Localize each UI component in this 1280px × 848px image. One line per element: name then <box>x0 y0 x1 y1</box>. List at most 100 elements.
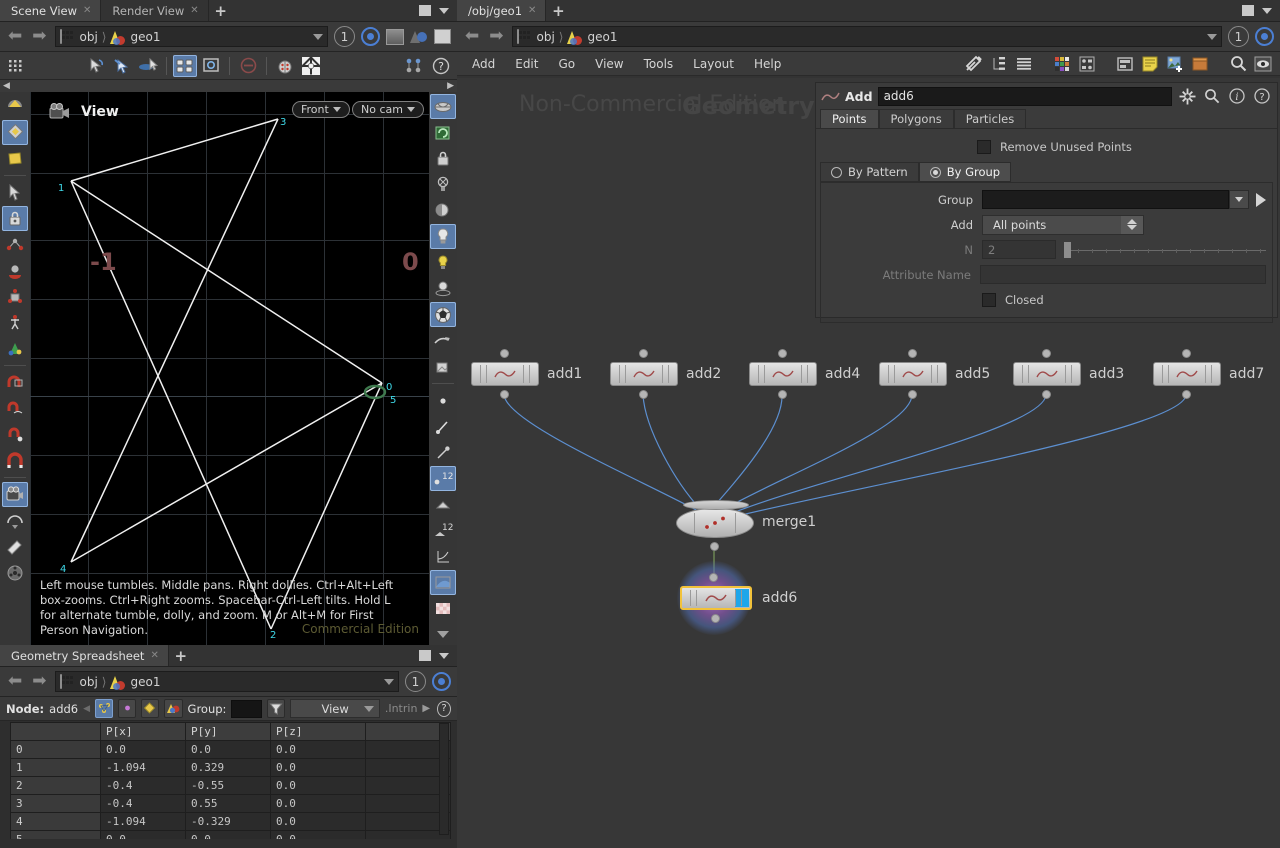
mode-by-group[interactable]: By Group <box>918 162 1012 182</box>
magnet-snap-icon[interactable] <box>2 370 28 395</box>
prim-numbers-icon[interactable]: 12 <box>430 518 456 543</box>
menu-tools[interactable]: Tools <box>635 52 683 76</box>
prim-display-icon[interactable] <box>430 492 456 517</box>
node-add1[interactable]: add1 <box>471 349 582 399</box>
menu-edit[interactable]: Edit <box>506 52 547 76</box>
material-sphere-icon[interactable] <box>2 94 28 119</box>
viewport-snapshot-icon[interactable] <box>434 29 451 44</box>
add-image-icon[interactable] <box>1164 54 1186 74</box>
display-wireframe-icon[interactable] <box>430 94 456 119</box>
back-arrow-icon[interactable]: ⬅ <box>6 28 24 45</box>
forward-arrow-icon[interactable]: ➡ <box>30 28 48 45</box>
table-row[interactable]: 5 0.0 0.0 0.0 <box>10 830 451 839</box>
table-row[interactable]: 4 -1.094 -0.329 0.0 <box>10 812 451 831</box>
snap-grid-icon[interactable] <box>2 284 28 309</box>
lock-icon[interactable] <box>2 206 28 231</box>
ladybug-icon[interactable] <box>273 55 297 77</box>
pointer-select-icon[interactable] <box>2 180 28 205</box>
magnet-curve-icon[interactable] <box>2 396 28 421</box>
display-flags-eye-icon[interactable] <box>1252 54 1274 74</box>
node-add5[interactable]: add5 <box>879 349 990 399</box>
path-chevron-down-icon[interactable] <box>313 33 323 40</box>
network-box-icon[interactable] <box>1114 54 1136 74</box>
gs-index-badge[interactable]: 1 <box>405 671 426 692</box>
gs-help-icon[interactable]: ? <box>437 700 451 717</box>
view-tool-icon[interactable] <box>136 55 160 77</box>
gs-vertical-scrollbar[interactable] <box>439 723 449 835</box>
tab-network-close-icon[interactable]: ✕ <box>528 5 536 16</box>
group-pick-arrow-icon[interactable] <box>1256 192 1266 207</box>
lock-view-icon[interactable] <box>430 146 456 171</box>
node-merge1-body[interactable] <box>676 500 754 538</box>
tab-scene-view[interactable]: Scene View ✕ <box>0 0 102 21</box>
show-all-objects-icon[interactable] <box>173 54 197 77</box>
snap-multi-icon[interactable] <box>2 258 28 283</box>
paint-icon[interactable] <box>2 534 28 559</box>
tab-scene-view-close-icon[interactable]: ✕ <box>83 5 91 16</box>
node-add4-output-port[interactable] <box>778 390 787 399</box>
sticky-note-icon[interactable] <box>1139 54 1161 74</box>
pin-target-icon[interactable] <box>361 27 380 46</box>
viewport-canvas[interactable]: -1 0 0 1 2 3 4 5 View Front No cam Left … <box>30 92 429 652</box>
network-path-chevron-down-icon[interactable] <box>1207 33 1217 40</box>
gs-filter-icon[interactable] <box>267 699 286 718</box>
magnet-point-icon[interactable] <box>2 422 28 447</box>
camera-icon[interactable] <box>2 482 28 507</box>
table-row[interactable]: 3 -0.4 0.55 0.0 <box>10 794 451 813</box>
node-add6[interactable]: add6 <box>677 561 797 635</box>
node-add5-input-port[interactable] <box>908 349 917 358</box>
gs-points-view-icon[interactable] <box>95 699 114 718</box>
soccer-shading-icon[interactable] <box>430 302 456 327</box>
table-row[interactable]: 1 -1.094 0.329 0.0 <box>10 758 451 777</box>
vector-display-icon[interactable] <box>430 440 456 465</box>
gs-table-container[interactable]: P[x] P[y] P[z] 0 0.0 0.0 0.0 1 -1.094 0.… <box>0 721 457 839</box>
list-view-icon[interactable] <box>1013 54 1035 74</box>
node-add2-input-port[interactable] <box>639 349 648 358</box>
magnet-icon[interactable] <box>2 448 28 473</box>
scene-view-path-field[interactable]: obj ⟩ geo1 <box>54 26 328 47</box>
menu-view[interactable]: View <box>586 52 632 76</box>
group-dropdown-button[interactable] <box>1229 190 1249 209</box>
shadow-toggle-icon[interactable] <box>430 198 456 223</box>
gs-vertices-view-icon[interactable] <box>118 699 137 718</box>
film-reel-icon[interactable] <box>2 560 28 585</box>
menu-help[interactable]: Help <box>745 52 790 76</box>
select-tool-icon[interactable] <box>84 55 108 77</box>
node-add7-input-port[interactable] <box>1182 349 1191 358</box>
tab-render-view-close-icon[interactable]: ✕ <box>190 5 198 16</box>
uv-display-icon[interactable] <box>430 328 456 353</box>
pane-menu-chevron-down-icon[interactable] <box>439 7 449 14</box>
curve-display-icon[interactable] <box>430 544 456 569</box>
character-rig-icon[interactable] <box>2 310 28 335</box>
network-back-arrow-icon[interactable]: ⬅ <box>463 28 481 45</box>
gs-view-selector[interactable]: View <box>290 699 380 718</box>
network-index-badge[interactable]: 1 <box>1228 26 1249 47</box>
point-normals-icon[interactable] <box>430 414 456 439</box>
gs-maximize-pane-icon[interactable] <box>419 650 431 661</box>
node-add5-output-port[interactable] <box>908 390 917 399</box>
network-path-field[interactable]: obj ⟩ geo1 <box>511 26 1222 47</box>
node-add1-output-port[interactable] <box>500 390 509 399</box>
tree-view-icon[interactable] <box>988 54 1010 74</box>
network-pin-target-icon[interactable] <box>1255 27 1274 46</box>
node-add7-output-port[interactable] <box>1182 390 1191 399</box>
point-display-icon[interactable] <box>430 388 456 413</box>
checker-bg-icon[interactable] <box>430 596 456 621</box>
point-numbers-icon[interactable]: 12 <box>430 466 456 491</box>
tab-network-obj-geo1[interactable]: /obj/geo1 ✕ <box>457 0 547 21</box>
viewport-layout-icon[interactable] <box>402 55 426 77</box>
network-maximize-pane-icon[interactable] <box>1242 5 1254 16</box>
add-mode-stepper-icon[interactable] <box>1121 215 1143 234</box>
network-editor[interactable]: Non-Commercial Edition Geometry add1 add… <box>457 78 1280 848</box>
tab-render-view[interactable]: Render View ✕ <box>101 0 209 21</box>
point-light-icon[interactable] <box>430 276 456 301</box>
gs-path-field[interactable]: obj ⟩ geo1 <box>54 671 399 692</box>
texture-display-icon[interactable] <box>430 354 456 379</box>
yellow-shape-icon[interactable] <box>2 146 28 171</box>
gs-intrinsics-arrow-icon[interactable]: ▶ <box>422 703 430 714</box>
n-input[interactable]: 2 <box>982 240 1056 259</box>
gs-intrinsics-label[interactable]: .Intrin <box>385 702 418 715</box>
tab-geometry-spreadsheet[interactable]: Geometry Spreadsheet ✕ <box>0 645 169 666</box>
viewport-view-mode-dropdown[interactable]: Front <box>292 101 350 118</box>
node-add1-body[interactable] <box>471 362 539 386</box>
